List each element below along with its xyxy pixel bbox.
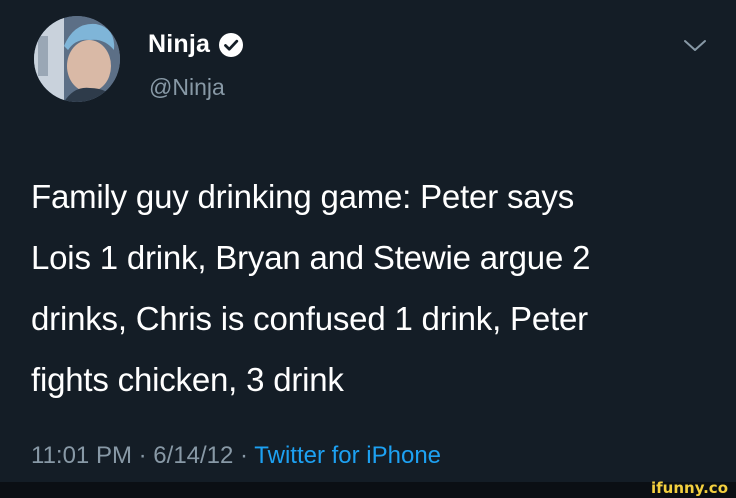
tweet-time[interactable]: 11:01 PM [31, 442, 132, 469]
meta-separator: · [240, 442, 249, 469]
watermark-bar [0, 482, 736, 498]
meta-separator: · [138, 442, 147, 469]
display-name[interactable]: Ninja [148, 30, 210, 59]
tweet-card: Ninja @Ninja Family guy drinking game: P… [0, 0, 736, 482]
tweet-date[interactable]: 6/14/12 [153, 442, 233, 469]
watermark-logo: ifunny.co [651, 479, 728, 497]
name-row: Ninja [148, 30, 244, 59]
tweet-text: Family guy drinking game: Peter says Loi… [31, 166, 701, 410]
tweet-text-line: Family guy drinking game: Peter says [31, 178, 575, 215]
tweet-meta: 11:01 PM · 6/14/12 · Twitter for iPhone [31, 442, 441, 470]
user-handle[interactable]: @Ninja [149, 74, 225, 101]
tweet-text-line: Lois 1 drink, Bryan and Stewie argue 2 [31, 239, 591, 276]
chevron-down-icon[interactable] [680, 36, 710, 56]
tweet-source-link[interactable]: Twitter for iPhone [254, 442, 441, 469]
verified-badge-icon [219, 32, 244, 57]
avatar[interactable] [34, 16, 120, 102]
tweet-text-line: fights chicken, 3 drink [31, 361, 344, 398]
tweet-text-line: drinks, Chris is confused 1 drink, Peter [31, 300, 588, 337]
